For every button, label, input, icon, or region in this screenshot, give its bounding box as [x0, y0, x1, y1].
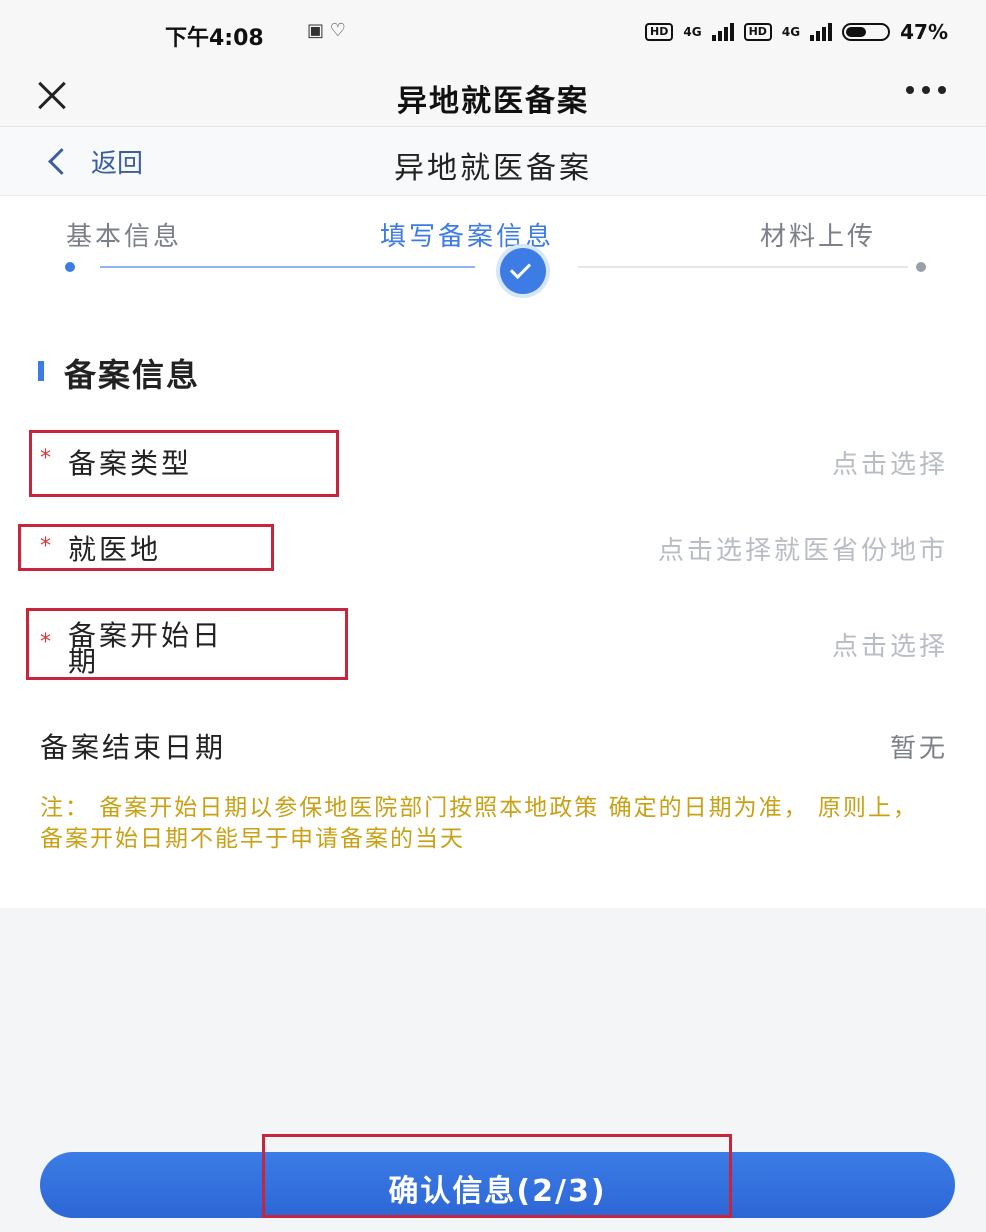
hd-badge: HD — [645, 23, 674, 41]
signal-icon-2 — [810, 23, 833, 41]
network-type-1: 4G — [683, 25, 702, 39]
step-dot-done — [65, 262, 75, 272]
status-bar: 下午4:08 ▣ ♡ HD 4G HD 4G 47% — [0, 0, 986, 66]
step-dot-todo — [916, 262, 926, 272]
status-time: 下午4:08 — [165, 26, 264, 51]
end-date-label: 备案结束日期 — [40, 731, 227, 764]
empty-area — [0, 908, 986, 1128]
status-indicators: HD 4G HD 4G 47% — [645, 20, 948, 44]
end-date-value: 暂无 — [889, 734, 948, 764]
hd-badge-2: HD — [743, 23, 772, 41]
highlight-box — [29, 430, 339, 497]
section-accent-bar — [38, 361, 44, 381]
policy-note: 注： 备案开始日期以参保地医院部门按照本地政策 确定的日期为准， 原则上， 备案… — [40, 795, 918, 852]
app-title-bar: 异地就医备案 — [0, 66, 986, 127]
start-date-value: 点击选择 — [831, 632, 948, 662]
step-material-upload: 材料上传 — [760, 222, 877, 252]
signal-icon — [711, 23, 734, 41]
step-progress-line — [100, 266, 475, 268]
step-basic-info: 基本信息 — [66, 222, 183, 252]
page-header: 返回 异地就医备案 — [0, 127, 986, 196]
battery-level: 47% — [900, 20, 948, 44]
highlight-box — [18, 524, 274, 571]
notification-icons: ▣ ♡ — [307, 20, 346, 41]
page-title: 异地就医备案 — [394, 151, 592, 186]
section-title: 备案信息 — [64, 356, 201, 394]
app-title: 异地就医备案 — [397, 84, 589, 119]
record-type-value: 点击选择 — [831, 450, 948, 480]
highlight-box — [26, 608, 348, 680]
step-remaining-line — [578, 266, 908, 268]
end-date-field: 备案结束日期 暂无 — [0, 722, 986, 766]
medical-location-value: 点击选择就医省份地市 — [657, 536, 948, 566]
highlight-box — [262, 1134, 732, 1218]
network-type-2: 4G — [781, 25, 801, 39]
more-icon[interactable] — [906, 86, 946, 94]
step-fill-record-info: 填写备案信息 — [380, 222, 555, 252]
check-icon — [500, 248, 546, 294]
step-indicator: 基本信息 填写备案信息 材料上传 — [0, 196, 986, 319]
battery-icon — [842, 23, 891, 41]
